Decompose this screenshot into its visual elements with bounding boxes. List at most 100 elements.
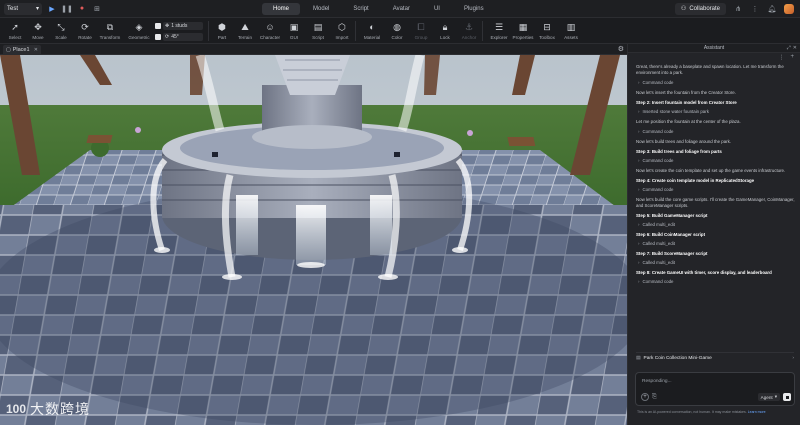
tool-call-row[interactable]: › Inserted stone water fountain park <box>638 109 796 114</box>
geometric-tool[interactable]: ◈ Geometric <box>124 19 154 43</box>
color-icon: ◍ <box>393 21 401 32</box>
tool-call-row[interactable]: › Called multi_edit <box>638 241 796 246</box>
play-icon[interactable]: ▶ <box>47 4 57 14</box>
tool-call-row[interactable]: › Command code <box>638 158 796 163</box>
add-attachment-plus-icon[interactable]: + <box>641 393 649 401</box>
chevron-right-icon: › <box>638 241 640 246</box>
user-avatar[interactable] <box>784 3 794 14</box>
tab-home[interactable]: Home <box>262 2 301 15</box>
watermark-logo: 100 <box>6 402 27 416</box>
more-options-icon[interactable]: ⋮ <box>778 54 784 61</box>
step-heading: Step 2: Insert fountain model from Creat… <box>636 100 737 105</box>
gui-icon: ▣ <box>289 21 299 32</box>
viewport-settings-gear-icon[interactable]: ⚙ <box>618 45 624 53</box>
snap-rotate-value: 45° <box>171 33 179 40</box>
tool-call-row[interactable]: › Command code <box>638 80 796 85</box>
project-title: Park Coin Collection Mini-Game <box>643 355 712 361</box>
rotate-icon: ⟳ <box>165 33 170 40</box>
grid-icon[interactable]: ⊞ <box>92 4 102 14</box>
file-menu-select[interactable]: Test ▾ <box>4 2 42 15</box>
close-icon[interactable]: ✕ <box>793 45 797 51</box>
tool-call-row[interactable]: › Called multi_edit <box>638 260 796 265</box>
learn-more-link[interactable]: Learn more <box>748 410 766 414</box>
toolbox-tool-label: Toolbox <box>539 35 555 40</box>
step-heading: Step 6: Build CoinManager script <box>636 232 706 237</box>
part-cube-icon: ⬢ <box>218 21 226 32</box>
stop-square-icon <box>785 395 789 399</box>
material-icon: ◐ <box>369 22 375 32</box>
color-tool-label: Color <box>391 35 403 40</box>
properties-tool-label: Properties <box>512 35 534 40</box>
properties-icon: ▦ <box>518 21 528 32</box>
place-tab[interactable]: ▢ Place1 ✕ <box>3 45 41 55</box>
tab-ui[interactable]: UI <box>423 3 451 15</box>
project-summary-row[interactable]: ▤ Park Coin Collection Mini-Game › <box>636 352 794 363</box>
tool-call-label: Called multi_edit <box>642 241 675 246</box>
tab-avatar[interactable]: Avatar <box>382 3 421 15</box>
3d-viewport[interactable]: 100 大数跨境 <box>0 55 627 425</box>
anchor-tool[interactable]: ⚓ Anchor <box>454 19 484 43</box>
tool-call-row[interactable]: › Command code <box>638 187 796 192</box>
mode-select[interactable]: Agent ▾ <box>757 393 780 401</box>
more-options-icon[interactable]: ⋮ <box>750 4 760 14</box>
panel-window-controls: ⤢ ✕ <box>787 45 797 51</box>
assistant-message: Now let's build trees and foliage around… <box>636 139 732 144</box>
snap-move-checkbox[interactable] <box>155 22 161 29</box>
tool-call-row[interactable]: › Command code <box>638 129 796 134</box>
step-heading: Step 4: Create coin template model in Re… <box>636 178 755 183</box>
terrain-icon: ⛰ <box>241 21 249 32</box>
part-tool-label: Part <box>217 35 227 40</box>
move-tool-label: Move <box>32 35 44 40</box>
stop-icon[interactable]: ● <box>77 4 87 14</box>
stop-button[interactable] <box>783 393 791 401</box>
move-arrows-icon: ✥ <box>165 22 170 29</box>
tool-call-label: Called multi_edit <box>642 222 675 227</box>
place-icon: ▢ <box>6 47 11 53</box>
tab-script[interactable]: Script <box>342 3 379 15</box>
top-left-controls: Test ▾ ▶ ❚❚ ● ⊞ <box>0 2 210 15</box>
ribbon-divider <box>482 21 483 41</box>
assets-icon: ▥ <box>566 21 576 32</box>
tool-call-label: Command code <box>642 279 674 284</box>
transform-tool[interactable]: ⧉ Transform <box>95 19 125 43</box>
chevron-down-icon: ▾ <box>35 6 39 12</box>
message-composer[interactable]: Responding... + ⎘ Agent ▾ <box>635 372 795 406</box>
tab-model[interactable]: Model <box>302 3 340 15</box>
tab-plugins[interactable]: Plugins <box>453 3 495 15</box>
group-tool-label: Group <box>414 35 428 40</box>
collaborate-button[interactable]: ⚇ Collaborate <box>674 2 726 15</box>
assistant-message: Great, there's already a baseplate and s… <box>636 64 784 75</box>
character-tool-label: Character <box>259 35 281 40</box>
transform-icon: ⧉ <box>106 21 114 32</box>
explorer-tool-label: Explorer <box>490 35 508 40</box>
assets-tool[interactable]: ▥ Assets <box>556 19 586 43</box>
transform-tool-label: Transform <box>99 35 121 40</box>
chevron-right-icon: › <box>792 355 794 361</box>
import-tool-label: Import <box>335 35 349 40</box>
notifications-bell-icon[interactable]: 🔔︎ <box>767 4 777 14</box>
document-icon: ▤ <box>636 355 641 361</box>
close-icon[interactable]: ✕ <box>34 47 38 53</box>
snap-rotate-checkbox[interactable] <box>155 33 161 40</box>
top-right-controls: ⚇ Collaborate ⋔ ⋮ 🔔︎ <box>674 2 800 15</box>
chevron-right-icon: › <box>638 80 640 85</box>
snap-rotate-field[interactable]: ⟳ 45° <box>163 32 203 41</box>
mode-label: Agent <box>760 394 773 400</box>
import-tool[interactable]: ⬡ Import <box>327 19 357 43</box>
chevron-right-icon: › <box>638 222 640 227</box>
tool-call-row[interactable]: › Command code <box>638 279 796 284</box>
chevron-right-icon: › <box>638 129 640 134</box>
ribbon-divider <box>355 21 356 41</box>
scale-tool-label: Scale <box>55 35 67 40</box>
popout-icon[interactable]: ⤢ <box>787 45 791 51</box>
assistant-conversation: Great, there's already a baseplate and s… <box>636 64 796 376</box>
pause-icon[interactable]: ❚❚ <box>61 4 73 14</box>
share-icon[interactable]: ⋔ <box>733 4 743 14</box>
tool-call-row[interactable]: › Called multi_edit <box>638 222 796 227</box>
new-chat-plus-icon[interactable]: + <box>790 54 794 60</box>
chevron-right-icon: › <box>638 158 640 163</box>
tool-call-label: Command code <box>642 129 674 134</box>
snap-move-field[interactable]: ✥ 1 studs <box>163 21 203 30</box>
anchor-icon: ⚓ <box>464 21 474 32</box>
paperclip-icon[interactable]: ⎘ <box>652 394 657 401</box>
